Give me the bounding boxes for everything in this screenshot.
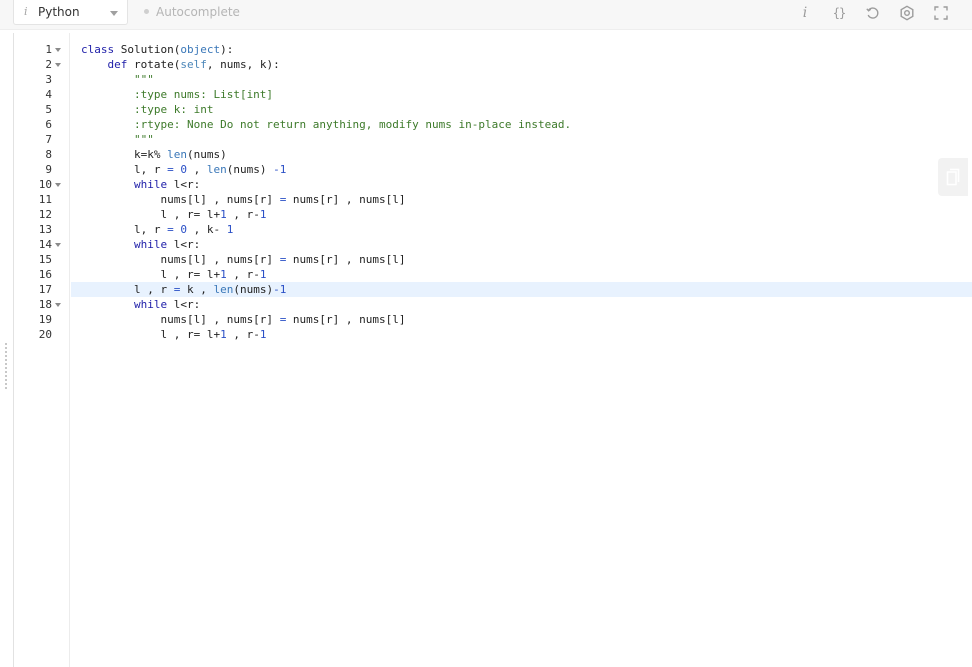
line-number: 1 (45, 43, 52, 56)
code-line[interactable]: class Solution(object): (81, 42, 233, 57)
line-number: 19 (38, 313, 52, 326)
line-number: 8 (45, 148, 52, 161)
fold-toggle-icon[interactable] (55, 48, 61, 52)
line-number: 10 (38, 178, 52, 191)
code-line[interactable]: l, r = 0 , len(nums) -1 (81, 162, 286, 177)
line-number: 16 (38, 268, 52, 281)
line-number: 3 (45, 73, 52, 86)
line-number-gutter: 1 2 3 4 5 6 7 8 9 10 11 12 13 14 15 16 17 18 19 20 (14, 33, 70, 667)
code-line[interactable]: l , r= l+1 , r-1 (81, 267, 266, 282)
code-line[interactable]: :type nums: List[int] (81, 87, 273, 102)
language-label: Python (38, 5, 80, 19)
code-line[interactable]: nums[l] , nums[r] = nums[r] , nums[l] (81, 312, 405, 327)
fold-toggle-icon[interactable] (55, 243, 61, 247)
settings-icon[interactable] (897, 4, 917, 22)
code-line[interactable]: l , r= l+1 , r-1 (81, 327, 266, 342)
code-line[interactable]: """ (81, 132, 154, 147)
language-info-icon: i (24, 5, 28, 18)
autocomplete-label: Autocomplete (156, 5, 240, 19)
chevron-down-icon (110, 11, 118, 16)
code-line[interactable]: nums[l] , nums[r] = nums[r] , nums[l] (81, 252, 405, 267)
fold-toggle-icon[interactable] (55, 183, 61, 187)
line-number: 17 (38, 283, 52, 296)
code-line[interactable]: l , r= l+1 , r-1 (81, 207, 266, 222)
code-line[interactable]: def rotate(self, nums, k): (81, 57, 280, 72)
line-number: 6 (45, 118, 52, 131)
side-panel-tab[interactable] (938, 158, 968, 196)
code-line[interactable]: while l<r: (81, 297, 200, 312)
code-line[interactable]: k=k% len(nums) (81, 147, 227, 162)
line-number: 4 (45, 88, 52, 101)
line-number: 13 (38, 223, 52, 236)
braces-icon[interactable]: {} (829, 4, 849, 22)
code-line[interactable]: :type k: int (81, 102, 213, 117)
line-number: 5 (45, 103, 52, 116)
reset-icon[interactable] (863, 4, 883, 22)
code-line[interactable]: while l<r: (81, 237, 200, 252)
code-line[interactable]: nums[l] , nums[r] = nums[r] , nums[l] (81, 192, 405, 207)
code-line[interactable]: """ (81, 72, 154, 87)
line-number: 18 (38, 298, 52, 311)
line-number: 12 (38, 208, 52, 221)
autocomplete-toggle[interactable]: Autocomplete (144, 5, 240, 21)
fold-toggle-icon[interactable] (55, 63, 61, 67)
code-line[interactable]: l, r = 0 , k- 1 (81, 222, 233, 237)
code-editor[interactable]: 1 2 3 4 5 6 7 8 9 10 11 12 13 14 15 16 17 18 19 20 class So… (13, 33, 972, 667)
code-line[interactable]: while l<r: (81, 177, 200, 192)
language-select[interactable]: i Python (13, 0, 128, 25)
fullscreen-icon[interactable] (931, 4, 951, 22)
clipboard-icon (946, 168, 960, 186)
line-number: 7 (45, 133, 52, 146)
code-line[interactable]: l , r = k , len(nums)-1 (81, 282, 286, 297)
line-number: 11 (38, 193, 52, 206)
line-number: 14 (38, 238, 52, 251)
pane-resize-handle[interactable] (5, 343, 11, 389)
line-number: 2 (45, 58, 52, 71)
line-number: 20 (38, 328, 52, 341)
editor-toolbar: i Python Autocomplete i {} (0, 0, 972, 30)
code-line[interactable]: :rtype: None Do not return anything, mod… (81, 117, 571, 132)
info-icon[interactable]: i (795, 4, 815, 22)
line-number: 15 (38, 253, 52, 266)
code-area[interactable]: class Solution(object): def rotate(self,… (71, 33, 972, 667)
autocomplete-status-icon (144, 9, 149, 14)
fold-toggle-icon[interactable] (55, 303, 61, 307)
line-number: 9 (45, 163, 52, 176)
